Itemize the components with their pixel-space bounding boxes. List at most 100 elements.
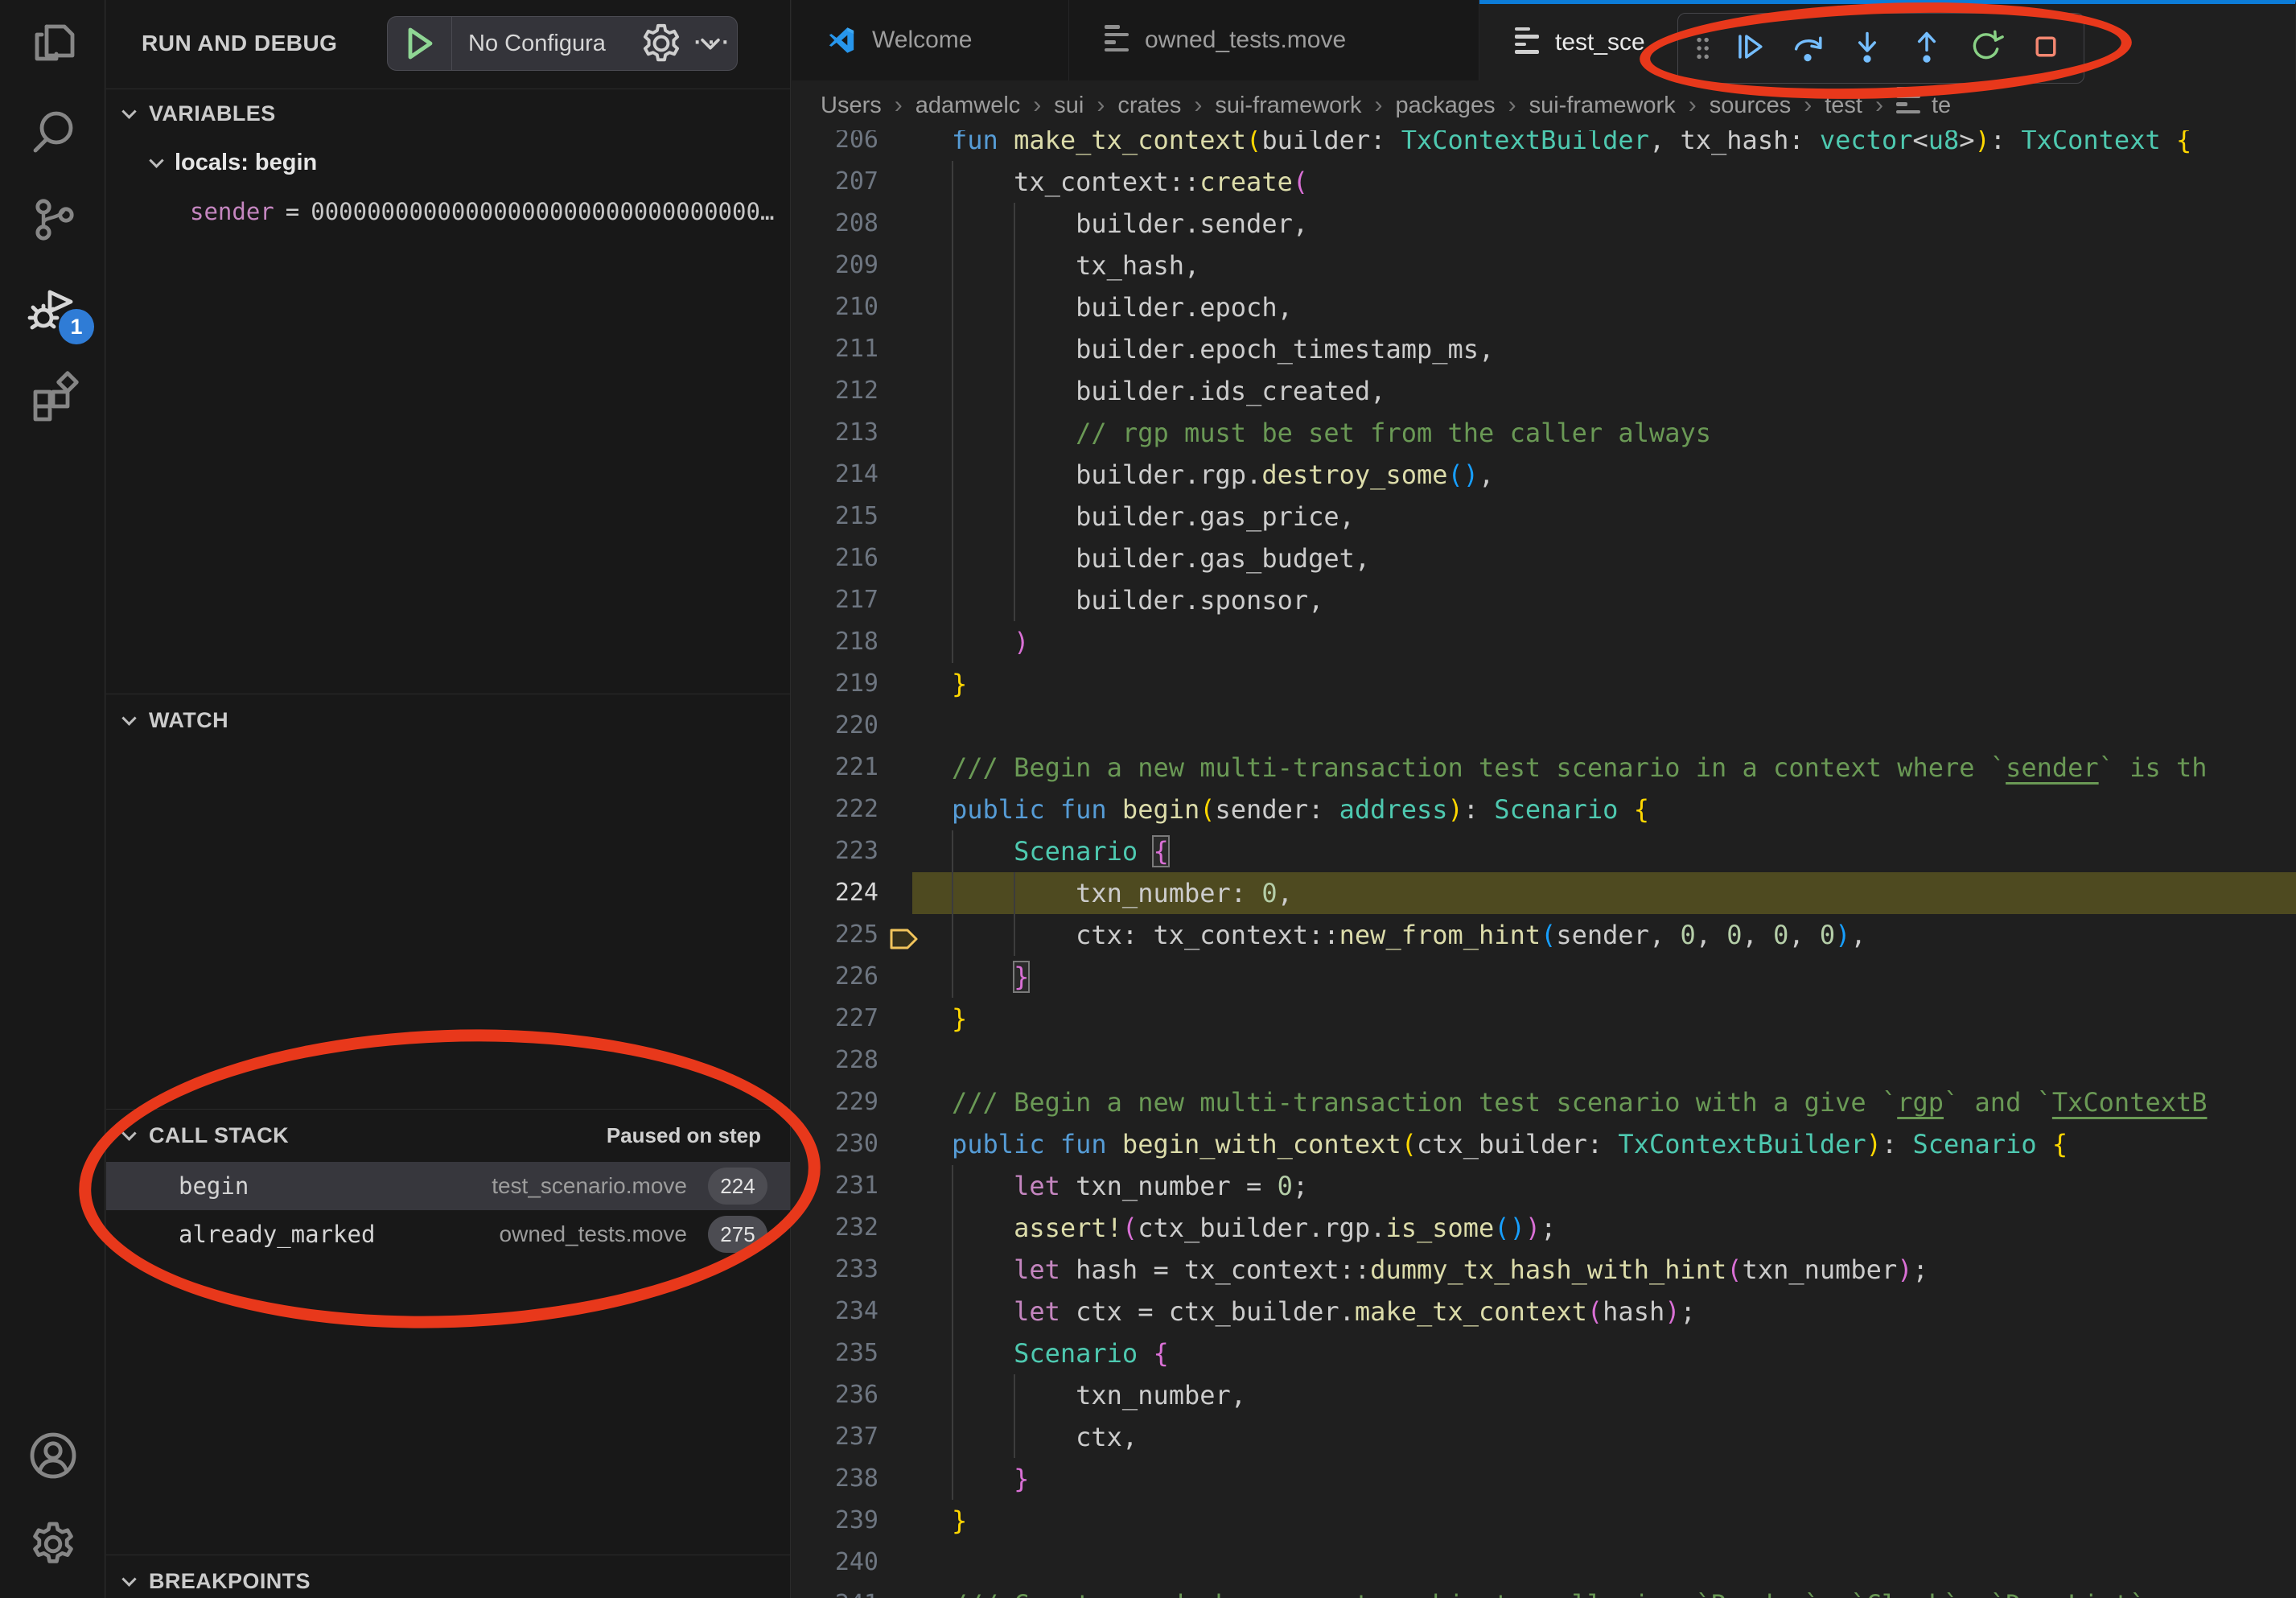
- step-over-button[interactable]: [1778, 18, 1837, 79]
- call-stack-frame-already_marked[interactable]: already_marked owned_tests.move 275: [106, 1210, 790, 1258]
- toolbar-gripper-icon[interactable]: [1686, 31, 1718, 65]
- code-editor[interactable]: 206fun make_tx_context(builder: TxContex…: [792, 130, 2296, 1598]
- activity-item-explorer[interactable]: [0, 0, 105, 89]
- tab-label: owned_tests.move: [1145, 27, 1346, 54]
- activity-item-account[interactable]: [0, 1413, 105, 1501]
- code-line-230[interactable]: 230public fun begin_with_context(ctx_bui…: [792, 1123, 2296, 1165]
- breadcrumb-item[interactable]: Users: [821, 93, 882, 119]
- code-line-235[interactable]: 235 Scenario {: [792, 1332, 2296, 1374]
- code-line-232[interactable]: 232 assert!(ctx_builder.rgp.is_some());: [792, 1207, 2296, 1249]
- code-line-240[interactable]: 240: [792, 1542, 2296, 1584]
- code-line-220[interactable]: 220: [792, 705, 2296, 747]
- code-line-236[interactable]: 236 txn_number,: [792, 1374, 2296, 1416]
- code-line-224[interactable]: 224 txn_number: 0,: [792, 872, 2296, 914]
- code-line-212[interactable]: 212 builder.ids_created,: [792, 370, 2296, 412]
- code-line-207[interactable]: 207 tx_context::create(: [792, 161, 2296, 203]
- code-line-209[interactable]: 209 tx_hash,: [792, 245, 2296, 286]
- tab-owned-tests-move[interactable]: owned_tests.move: [1069, 0, 1479, 80]
- line-text: /// Begin a new multi-transaction test s…: [952, 1081, 2208, 1123]
- step-out-button[interactable]: [1897, 18, 1957, 79]
- breadcrumb[interactable]: Users›adamwelc›sui›crates›sui-framework›…: [792, 80, 2296, 130]
- code-line-211[interactable]: 211 builder.epoch_timestamp_ms,: [792, 328, 2296, 370]
- code-line-218[interactable]: 218 ): [792, 621, 2296, 663]
- line-text: }: [952, 663, 967, 705]
- watch-section-header[interactable]: WATCH: [106, 697, 790, 743]
- breadcrumb-item[interactable]: packages: [1395, 93, 1495, 119]
- code-line-216[interactable]: 216 builder.gas_budget,: [792, 537, 2296, 579]
- line-number: 212: [827, 370, 878, 412]
- breakpoints-section-header[interactable]: BREAKPOINTS: [106, 1558, 790, 1598]
- code-line-222[interactable]: 222public fun begin(sender: address): Sc…: [792, 789, 2296, 830]
- activity-item-settings[interactable]: [0, 1501, 105, 1590]
- code-line-206[interactable]: 206fun make_tx_context(builder: TxContex…: [792, 130, 2296, 161]
- call-stack-section-header[interactable]: CALL STACK Paused on step: [106, 1112, 790, 1159]
- more-actions-icon[interactable]: ···: [692, 23, 734, 59]
- activity-item-extensions[interactable]: [0, 354, 105, 443]
- code-line-221[interactable]: 221/// Begin a new multi-transaction tes…: [792, 747, 2296, 789]
- code-line-227[interactable]: 227}: [792, 998, 2296, 1040]
- variables-section-header[interactable]: VARIABLES: [106, 90, 790, 137]
- breadcrumb-item[interactable]: sui: [1054, 93, 1084, 119]
- code-line-233[interactable]: 233 let hash = tx_context::dummy_tx_hash…: [792, 1249, 2296, 1291]
- line-number: 206: [827, 130, 878, 161]
- code-line-229[interactable]: 229/// Begin a new multi-transaction tes…: [792, 1081, 2296, 1123]
- line-number: 220: [827, 705, 878, 747]
- start-debugging-button[interactable]: [388, 17, 452, 70]
- variable-row-sender[interactable]: sender = 0000000000000000000000000000000…: [190, 188, 777, 235]
- line-text: public fun begin_with_context(ctx_builde…: [952, 1123, 2068, 1165]
- line-number: 215: [827, 496, 878, 537]
- code-line-231[interactable]: 231 let txn_number = 0;: [792, 1165, 2296, 1207]
- code-line-241[interactable]: 241/// Creates and shares system objects…: [792, 1584, 2296, 1598]
- line-text: ctx,: [952, 1416, 1138, 1458]
- line-number: 226: [827, 956, 878, 998]
- debug-settings-gear-icon[interactable]: [639, 21, 684, 66]
- line-number: 228: [827, 1040, 878, 1081]
- line-text: let ctx = ctx_builder.make_tx_context(ha…: [952, 1291, 1696, 1332]
- line-number: 210: [827, 286, 878, 328]
- breadcrumb-file[interactable]: te: [1932, 93, 1951, 119]
- code-line-237[interactable]: 237 ctx,: [792, 1416, 2296, 1458]
- restart-button[interactable]: [1957, 18, 2016, 79]
- frame-function: already_marked: [179, 1221, 375, 1248]
- code-line-228[interactable]: 228: [792, 1040, 2296, 1081]
- code-line-219[interactable]: 219}: [792, 663, 2296, 705]
- code-line-213[interactable]: 213 // rgp must be set from the caller a…: [792, 412, 2296, 454]
- extensions-icon: [27, 371, 79, 426]
- code-line-223[interactable]: 223 Scenario {: [792, 830, 2296, 872]
- divider: [106, 1109, 790, 1110]
- code-line-239[interactable]: 239}: [792, 1500, 2296, 1542]
- activity-item-source-control[interactable]: [0, 177, 105, 266]
- breadcrumb-item[interactable]: adamwelc: [916, 93, 1021, 119]
- code-line-225[interactable]: 225 ctx: tx_context::new_from_hint(sende…: [792, 914, 2296, 956]
- launch-configuration-group[interactable]: No Configura: [387, 16, 738, 71]
- breadcrumb-item[interactable]: test: [1825, 93, 1862, 119]
- breadcrumb-item[interactable]: crates: [1117, 93, 1181, 119]
- code-line-217[interactable]: 217 builder.sponsor,: [792, 579, 2296, 621]
- code-line-214[interactable]: 214 builder.rgp.destroy_some(),: [792, 454, 2296, 496]
- activity-item-search[interactable]: [0, 89, 105, 177]
- breadcrumb-separator: ›: [895, 92, 903, 119]
- breadcrumb-separator: ›: [1097, 92, 1105, 119]
- breadcrumb-item[interactable]: sources: [1710, 93, 1792, 119]
- tab-welcome[interactable]: Welcome: [792, 0, 1069, 80]
- line-text: ): [952, 621, 1029, 663]
- code-line-215[interactable]: 215 builder.gas_price,: [792, 496, 2296, 537]
- breadcrumb-item[interactable]: sui-framework: [1529, 93, 1676, 119]
- line-text: // rgp must be set from the caller alway…: [952, 412, 1711, 454]
- code-line-208[interactable]: 208 builder.sender,: [792, 203, 2296, 245]
- stop-button[interactable]: [2016, 18, 2076, 79]
- line-text: }: [952, 998, 967, 1040]
- activity-item-run-and-debug[interactable]: 1: [0, 266, 105, 354]
- editor-group: Welcome owned_tests.move test_sce Users›…: [792, 0, 2296, 1598]
- code-line-226[interactable]: 226 }: [792, 956, 2296, 998]
- continue-button[interactable]: [1718, 18, 1778, 79]
- code-line-210[interactable]: 210 builder.epoch,: [792, 286, 2296, 328]
- step-into-button[interactable]: [1837, 18, 1897, 79]
- variables-scope-row[interactable]: locals: begin: [106, 138, 790, 187]
- call-stack-frame-begin[interactable]: begin test_scenario.move 224: [106, 1162, 790, 1210]
- breadcrumb-separator: ›: [1875, 92, 1883, 119]
- code-line-234[interactable]: 234 let ctx = ctx_builder.make_tx_contex…: [792, 1291, 2296, 1332]
- code-line-238[interactable]: 238 }: [792, 1458, 2296, 1500]
- breadcrumb-item[interactable]: sui-framework: [1215, 93, 1361, 119]
- line-text: tx_hash,: [952, 245, 1199, 286]
